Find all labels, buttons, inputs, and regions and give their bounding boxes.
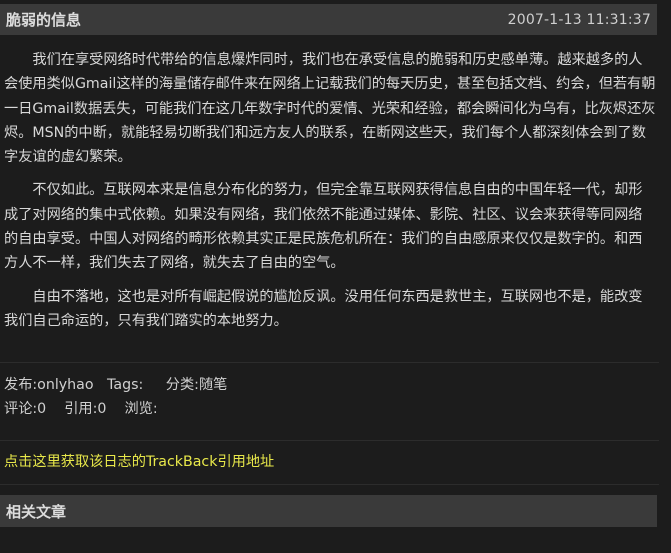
post-meta-line1: 发布:onlyhao Tags: 分类:随笔 [4,377,228,393]
divider [0,440,659,441]
post-title: 脆弱的信息 [6,11,82,29]
post-title-bar: 脆弱的信息 2007-1-13 11:31:37 [0,4,657,35]
post-paragraph: 不仅如此。互联网本来是信息分布化的努力，但完全靠互联网获得信息自由的中国年轻一代… [4,182,643,272]
post-paragraph: 自由不落地，这也是对所有崛起假说的尴尬反讽。没用任何东西是救世主，互联网也不是，… [4,288,643,329]
post-paragraph: 我们在享受网络时代带给的信息爆炸同时，我们也在承受信息的脆弱和历史感单薄。越来越… [4,52,656,166]
related-articles-title: 相关文章 [6,502,67,521]
related-articles-bar: 相关文章 [0,495,657,527]
divider [0,484,659,485]
post-body: 我们在享受网络时代带给的信息爆炸同时，我们也在承受信息的脆弱和历史感单薄。越来越… [4,48,656,342]
post-date: 2007-1-13 11:31:37 [507,11,651,28]
post-meta-line2: 评论:0 引用:0 浏览: [4,401,158,417]
divider [0,362,659,363]
trackback-link[interactable]: 点击这里获取该日志的TrackBack引用地址 [4,451,274,471]
